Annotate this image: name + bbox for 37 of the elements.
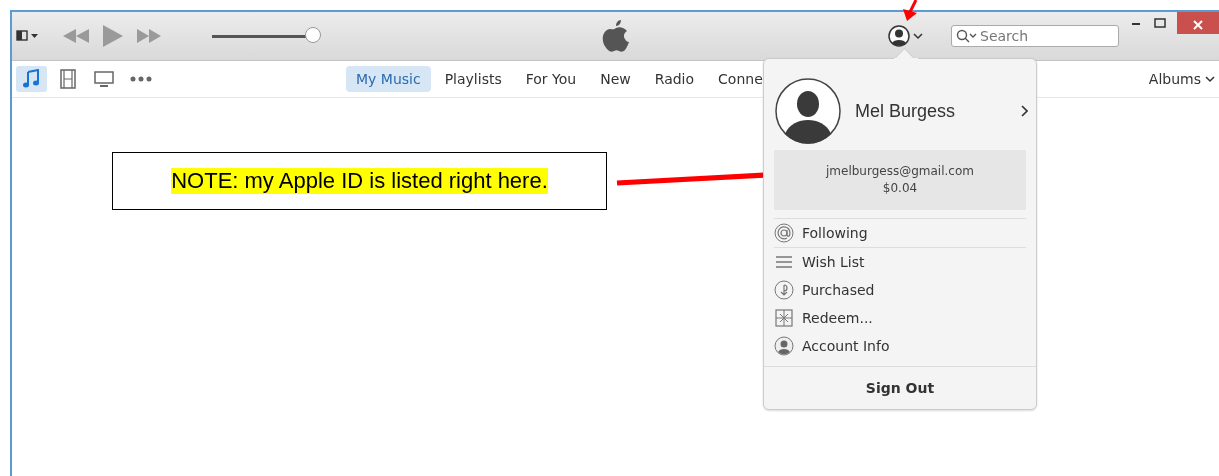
- close-icon: [1192, 19, 1204, 31]
- close-button[interactable]: [1177, 12, 1219, 34]
- account-button[interactable]: [888, 25, 923, 47]
- menu-item[interactable]: Purchased: [774, 276, 1026, 304]
- download-circle-icon: [774, 280, 794, 300]
- sign-out-button[interactable]: Sign Out: [764, 366, 1036, 409]
- annotation-note: NOTE: my Apple ID is listed right here.: [112, 152, 607, 210]
- view-menu[interactable]: Albums: [1148, 71, 1215, 87]
- search-icon: [956, 29, 978, 43]
- person-icon: [888, 25, 910, 47]
- gift-icon: [774, 308, 794, 328]
- account-name: Mel Burgess: [855, 100, 957, 122]
- caret-icon: [1205, 75, 1215, 83]
- chevron-right-icon[interactable]: [1020, 105, 1028, 117]
- annotation-arrow: [900, 0, 920, 22]
- menu-item[interactable]: Redeem...: [774, 304, 1026, 332]
- list-icon: [774, 255, 794, 269]
- sidebar-toggle-icon[interactable]: [16, 30, 40, 42]
- apple-id: jmelburgess@gmail.com: [826, 163, 974, 180]
- balance: $0.04: [882, 180, 918, 197]
- music-note-icon[interactable]: [16, 66, 47, 92]
- menu-item[interactable]: Account Info: [774, 332, 1026, 360]
- menu-item[interactable]: Following: [774, 219, 1026, 247]
- search-input[interactable]: Search: [980, 28, 1110, 44]
- caret-icon: [913, 32, 923, 40]
- apple-icon: [600, 19, 631, 53]
- nav-tab[interactable]: My Music: [346, 66, 431, 92]
- at-sign-icon: [774, 223, 794, 243]
- person-icon: [774, 336, 794, 356]
- nav-tab[interactable]: New: [590, 66, 641, 92]
- nav-tab[interactable]: For You: [515, 66, 587, 92]
- nav-tab[interactable]: Radio: [644, 66, 705, 92]
- search-field[interactable]: Search: [951, 25, 1119, 47]
- maximize-icon[interactable]: [1153, 16, 1167, 30]
- menu-item[interactable]: Wish List: [774, 248, 1026, 276]
- nav-tab[interactable]: Playlists: [434, 66, 512, 92]
- avatar-icon: [775, 78, 841, 144]
